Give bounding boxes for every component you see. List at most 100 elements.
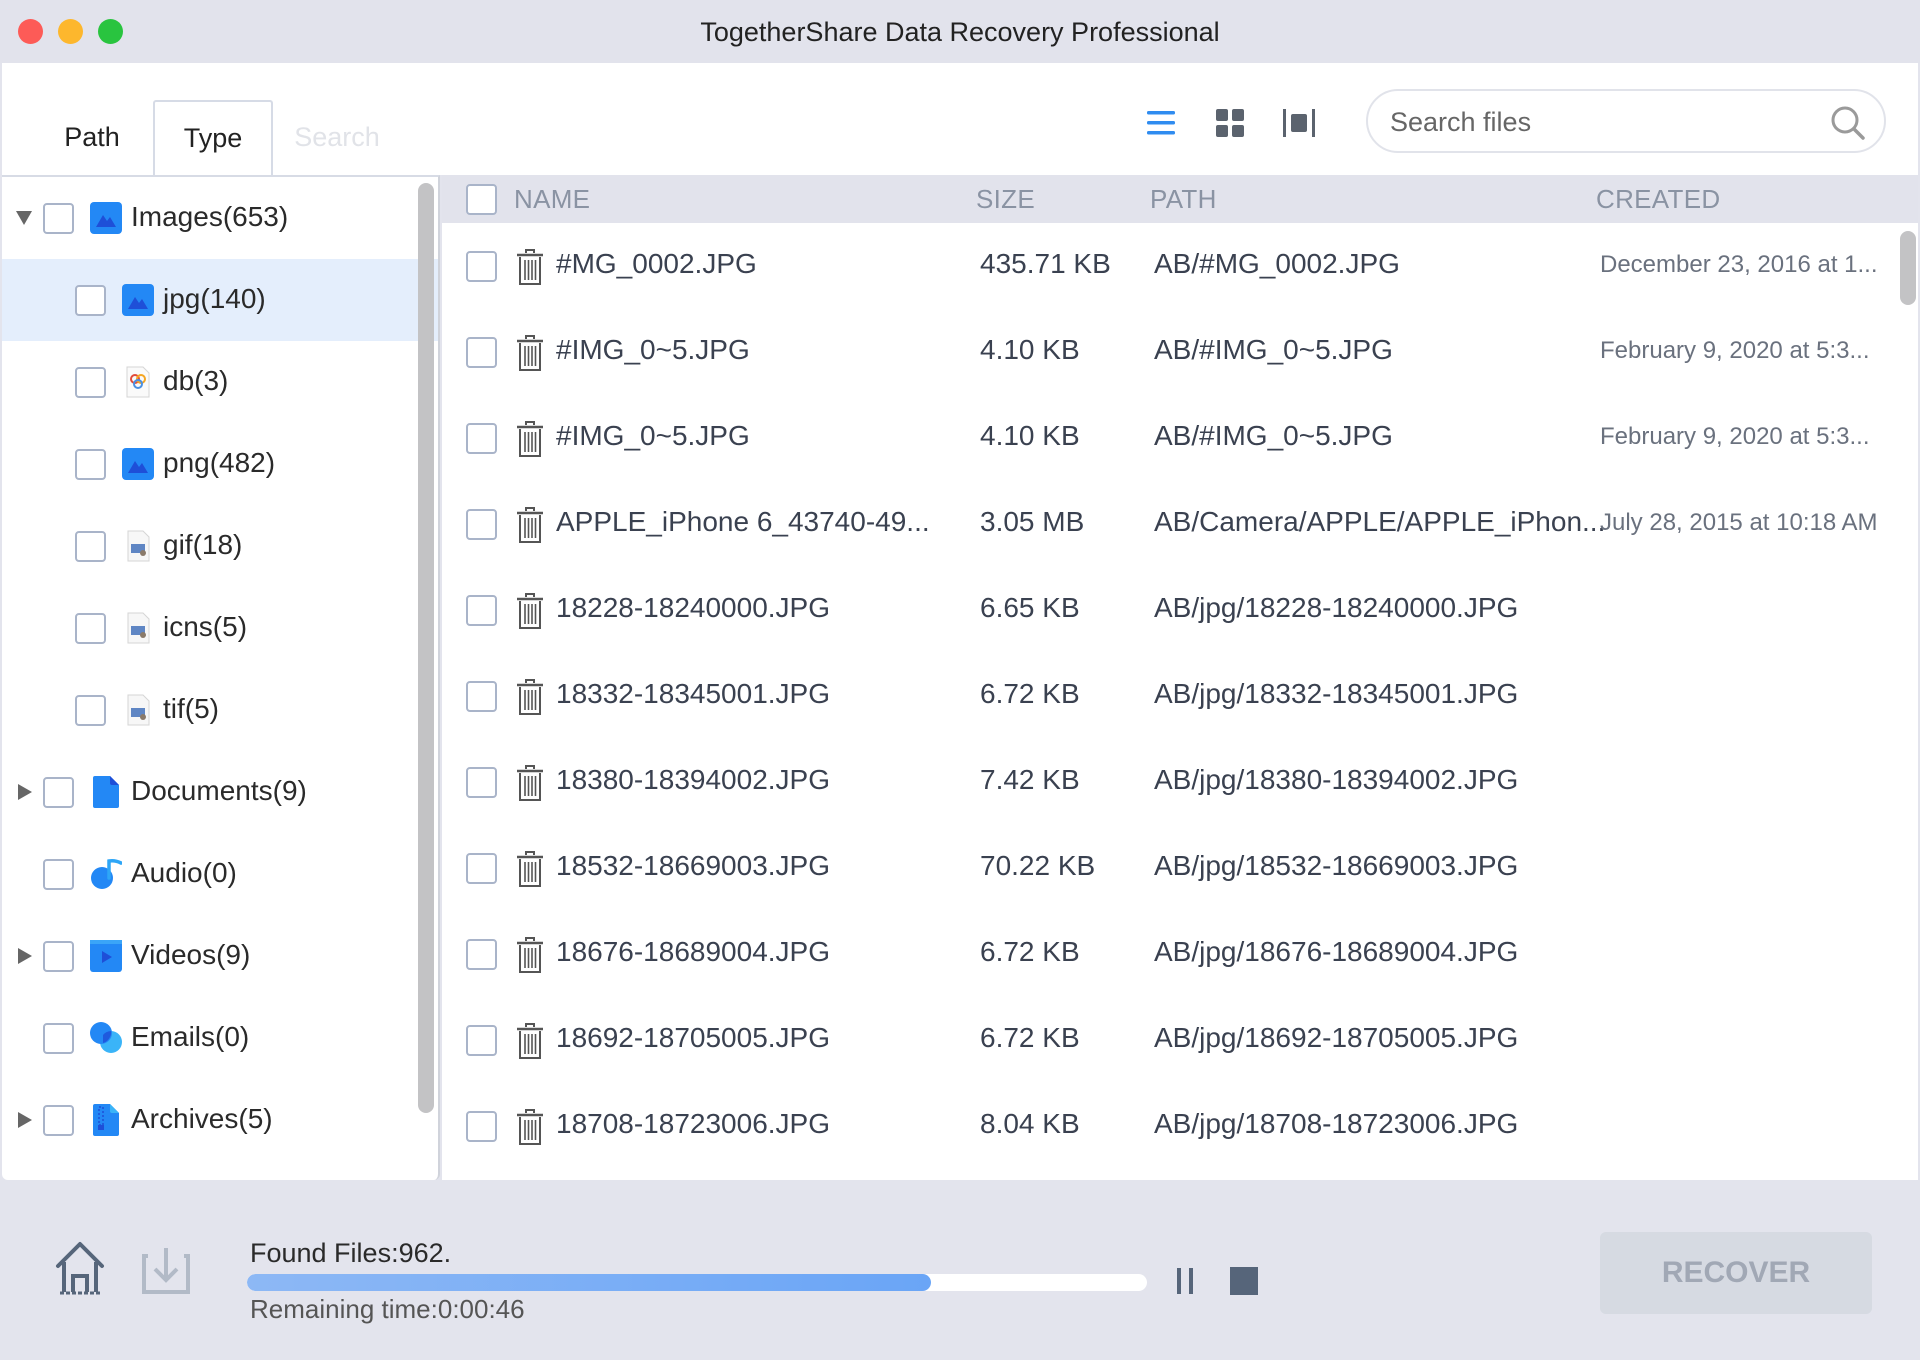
- tab-search[interactable]: Search: [287, 100, 387, 175]
- checkbox[interactable]: [466, 251, 497, 282]
- checkbox[interactable]: [466, 423, 497, 454]
- checkbox[interactable]: [43, 203, 74, 234]
- checkbox[interactable]: [43, 1023, 74, 1054]
- tree-item-label: tif(5): [163, 693, 219, 724]
- sidebar-scrollbar[interactable]: [418, 183, 434, 1113]
- tree-item-archives[interactable]: Archives(5): [2, 1079, 438, 1161]
- checkbox[interactable]: [466, 337, 497, 368]
- image-icon: [122, 284, 154, 316]
- tree-item-images[interactable]: Images(653): [2, 177, 438, 259]
- preview-view-button[interactable]: [1279, 103, 1319, 143]
- deleted-file-icon: [517, 507, 543, 543]
- checkbox[interactable]: [466, 1111, 497, 1142]
- pause-icon[interactable]: [1172, 1266, 1202, 1296]
- file-row[interactable]: #MG_0002.JPG 435.71 KB AB/#MG_0002.JPG Dece…: [442, 224, 1902, 310]
- file-size: 4.10 KB: [980, 334, 1080, 365]
- grid-view-button[interactable]: [1210, 103, 1250, 143]
- search-input[interactable]: [1390, 103, 1810, 141]
- file-list-scrollbar[interactable]: [1900, 231, 1916, 305]
- tree-item-documents[interactable]: Documents(9): [2, 751, 438, 833]
- column-header-path[interactable]: PATH: [1150, 184, 1217, 215]
- column-header-size[interactable]: SIZE: [976, 184, 1035, 215]
- tree-item-label: Archives(5): [131, 1103, 273, 1134]
- generic-image-file-icon: [127, 530, 150, 562]
- file-row[interactable]: #IMG_0~5.JPG 4.10 KB AB/#IMG_0~5.JPG Februa…: [442, 396, 1902, 482]
- tree-item-audio[interactable]: Audio(0): [2, 833, 438, 915]
- tree-item-tif[interactable]: tif(5): [2, 669, 438, 751]
- checkbox[interactable]: [43, 777, 74, 808]
- select-all-checkbox[interactable]: [466, 184, 497, 215]
- file-size: 6.72 KB: [980, 936, 1080, 967]
- tree-item-db[interactable]: db(3): [2, 341, 438, 423]
- generic-image-file-icon: [127, 694, 150, 726]
- file-created: December 23, 2016 at 1...: [1600, 251, 1878, 278]
- checkbox[interactable]: [75, 285, 106, 316]
- file-path: AB/jpg/18380-18394002.JPG: [1154, 764, 1519, 795]
- file-type-tree: Images(653) jpg(140) db(3) png(482) gif(…: [2, 175, 440, 1180]
- tree-item-label: Audio(0): [131, 857, 237, 888]
- home-icon[interactable]: [54, 1240, 106, 1296]
- checkbox[interactable]: [43, 1105, 74, 1136]
- file-row[interactable]: 18532-18669003.JPG 70.22 KB AB/jpg/18532-1…: [442, 826, 1902, 912]
- file-row[interactable]: APPLE_iPhone 6_43740-49... 3.05 MB AB/Came…: [442, 482, 1902, 568]
- tree-item-label: Emails(0): [131, 1021, 250, 1052]
- tree-item-label: Images(653): [131, 201, 289, 232]
- tree-item-icns[interactable]: icns(5): [2, 587, 438, 669]
- checkbox[interactable]: [466, 509, 497, 540]
- file-row[interactable]: 18676-18689004.JPG 6.72 KB AB/jpg/18676-18…: [442, 912, 1902, 998]
- column-header-created[interactable]: CREATED: [1596, 184, 1720, 215]
- checkbox[interactable]: [466, 681, 497, 712]
- tab-type[interactable]: Type: [153, 100, 273, 175]
- file-name: 18692-18705005.JPG: [556, 1022, 830, 1053]
- toolbar: Path Type Search: [2, 63, 1918, 175]
- checkbox[interactable]: [43, 941, 74, 972]
- file-size: 435.71 KB: [980, 248, 1111, 279]
- checkbox[interactable]: [466, 853, 497, 884]
- file-size: 6.65 KB: [980, 592, 1080, 623]
- deleted-file-icon: [517, 593, 543, 629]
- checkbox[interactable]: [466, 1025, 497, 1056]
- checkbox[interactable]: [43, 859, 74, 890]
- list-view-icon: [1147, 111, 1175, 135]
- file-row[interactable]: 18380-18394002.JPG 7.42 KB AB/jpg/18380-18…: [442, 740, 1902, 826]
- file-path: AB/#IMG_0~5.JPG: [1154, 420, 1393, 451]
- tab-path[interactable]: Path: [32, 100, 152, 175]
- checkbox[interactable]: [75, 613, 106, 644]
- import-icon[interactable]: [140, 1246, 192, 1296]
- file-path: AB/jpg/18228-18240000.JPG: [1154, 592, 1519, 623]
- file-path: AB/jpg/18692-18705005.JPG: [1154, 1022, 1519, 1053]
- checkbox[interactable]: [466, 595, 497, 626]
- tree-item-gif[interactable]: gif(18): [2, 505, 438, 587]
- tree-item-videos[interactable]: Videos(9): [2, 915, 438, 997]
- deleted-file-icon: [517, 421, 543, 457]
- checkbox[interactable]: [75, 695, 106, 726]
- checkbox[interactable]: [75, 367, 106, 398]
- archive-icon: [93, 1104, 119, 1136]
- checkbox[interactable]: [75, 531, 106, 562]
- tree-item-label: Documents(9): [131, 775, 307, 806]
- file-path: AB/jpg/18532-18669003.JPG: [1154, 850, 1519, 881]
- tree-item-jpg[interactable]: jpg(140): [2, 259, 438, 341]
- expand-caret-icon[interactable]: [18, 1112, 32, 1128]
- collapse-caret-icon[interactable]: [16, 211, 32, 225]
- file-row[interactable]: #IMG_0~5.JPG 4.10 KB AB/#IMG_0~5.JPG Februa…: [442, 310, 1902, 396]
- file-row[interactable]: 18708-18723006.JPG 8.04 KB AB/jpg/18708-18…: [442, 1084, 1902, 1170]
- checkbox[interactable]: [75, 449, 106, 480]
- file-row[interactable]: 18228-18240000.JPG 6.65 KB AB/jpg/18228-18…: [442, 568, 1902, 654]
- list-view-button[interactable]: [1141, 103, 1181, 143]
- tree-item-emails[interactable]: Emails(0): [2, 997, 438, 1079]
- checkbox[interactable]: [466, 767, 497, 798]
- column-header-name[interactable]: NAME: [514, 184, 590, 215]
- tree-item-png[interactable]: png(482): [2, 423, 438, 505]
- expand-caret-icon[interactable]: [18, 784, 32, 800]
- file-row[interactable]: 18332-18345001.JPG 6.72 KB AB/jpg/18332-18…: [442, 654, 1902, 740]
- search-icon[interactable]: [1828, 103, 1868, 143]
- expand-caret-icon[interactable]: [18, 948, 32, 964]
- file-name: #IMG_0~5.JPG: [556, 420, 750, 451]
- checkbox[interactable]: [466, 939, 497, 970]
- recover-button[interactable]: RECOVER: [1600, 1232, 1872, 1314]
- scan-progress-fill: [247, 1274, 931, 1291]
- deleted-file-icon: [517, 937, 543, 973]
- file-row[interactable]: 18692-18705005.JPG 6.72 KB AB/jpg/18692-18…: [442, 998, 1902, 1084]
- stop-icon[interactable]: [1229, 1266, 1259, 1296]
